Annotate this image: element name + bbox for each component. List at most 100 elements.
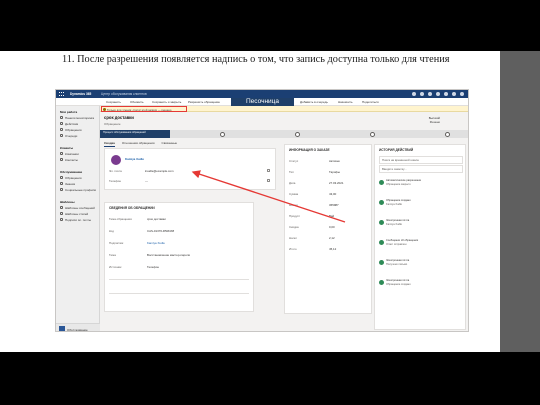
command-share[interactable]: Поделиться: [362, 100, 379, 104]
field-label: Продукт: [289, 214, 300, 218]
timeline-item[interactable]: Электронная почта Kamiya Xudle: [379, 219, 459, 233]
field-value-subject[interactable]: Восстановление мастер-пароля: [147, 253, 190, 257]
sidebar-item-dashboards[interactable]: Панели мониторинга: [65, 116, 94, 120]
bpf-active-stage[interactable]: Процесс обслуживания обращений: [100, 130, 170, 138]
timeline-title: ИСТОРИЯ ДЕЙСТВИЙ: [379, 148, 414, 152]
field-label: Статус: [289, 159, 299, 163]
sidebar-item-accounts[interactable]: Компании: [65, 152, 79, 156]
sidebar-item-signatures[interactable]: Подписи эл. почты: [65, 218, 91, 222]
article-templates-icon: [60, 212, 63, 215]
command-save[interactable]: Сохранить: [106, 100, 121, 104]
tab-related[interactable]: Связанные: [162, 141, 178, 147]
command-assign[interactable]: Назначить: [338, 100, 353, 104]
command-add-to-queue[interactable]: Добавить в очередь: [300, 100, 328, 104]
contact-email[interactable]: kxudle@example.com: [145, 169, 173, 173]
field-value[interactable]: 43,00: [329, 192, 336, 196]
timeline-item[interactable]: Электронная почта Получено письмо: [379, 259, 459, 273]
field-value[interactable]: 27.03.2021: [329, 181, 343, 185]
sidebar-item-email-templates[interactable]: Шаблоны сообщений: [65, 206, 95, 210]
command-refresh[interactable]: Обновить: [130, 100, 144, 104]
field-value[interactable]: 0,00: [329, 225, 335, 229]
red-highlight-box: [101, 106, 187, 112]
slide-right-band: [500, 51, 540, 352]
top-navigation-bar: Dynamics 365 Центр обслуживания клиентов: [56, 90, 468, 98]
field-value[interactable]: 45,12: [329, 247, 336, 251]
field-value[interactable]: 365987: [329, 203, 339, 207]
brand-name[interactable]: Dynamics 365: [70, 92, 91, 96]
sidebar-group-templates: Шаблоны: [60, 200, 75, 204]
timeline-item-title: Автоматическое разрешение: [386, 179, 422, 182]
command-save-close[interactable]: Сохранить и закрыть: [152, 100, 181, 104]
timeline-card: ИСТОРИЯ ДЕЙСТВИЙ Поиск на временной шкал…: [374, 144, 466, 330]
plus-icon[interactable]: [428, 92, 432, 96]
field-label-origin: Источник: [109, 265, 122, 269]
field-value[interactable]: Активно: [329, 159, 340, 163]
contact-name[interactable]: Kamiya Xudle: [125, 157, 144, 161]
field-label: Скидка: [289, 225, 299, 229]
bpf-stage-identify[interactable]: [220, 131, 225, 137]
knowledge-icon: [60, 182, 63, 185]
timeline-item-text: Kamiya Xudle: [386, 223, 403, 226]
social-profiles-icon: [60, 188, 63, 191]
field-value-customer[interactable]: Kamiya Xudle: [147, 241, 165, 245]
timeline-item-text: Получено письмо: [386, 263, 408, 266]
dashboard-icon: [60, 116, 63, 119]
field-value-case-id[interactable]: CAS-01376-R5M4X8: [147, 229, 174, 233]
sidebar-item-contacts[interactable]: Контакты: [65, 158, 78, 162]
command-resolve-case[interactable]: Разрешить обращение: [188, 100, 220, 104]
timeline-item[interactable]: Автоматическое разрешение Обращение закр…: [379, 179, 459, 193]
field-label-case-title: Тема обращения: [109, 217, 132, 221]
search-icon[interactable]: [412, 92, 416, 96]
help-icon[interactable]: [452, 92, 456, 96]
sidebar-item-article-templates[interactable]: Шаблоны статей: [65, 212, 88, 216]
gear-icon[interactable]: [444, 92, 448, 96]
tab-summary[interactable]: Сводка: [104, 141, 115, 147]
area-switcher[interactable]: Обслуживание: [56, 323, 100, 331]
timeline-item-title: Обращение создано: [386, 199, 411, 202]
queues-icon: [60, 134, 63, 137]
form-tabs: Сводка Отношения обращения Связанные: [104, 141, 177, 147]
user-avatar-icon[interactable]: [460, 92, 464, 96]
timeline-search[interactable]: Поиск на временной шкале: [379, 156, 463, 164]
field-value[interactable]: 2,12: [329, 236, 335, 240]
record-subtitle: Обращение: [104, 122, 121, 126]
sidebar-item-social-profiles[interactable]: Социальные профили: [65, 188, 96, 192]
note-input[interactable]: Введите заметку...: [379, 165, 463, 173]
record-header-fields: Высокий Решено: [429, 116, 440, 124]
divider: [109, 279, 249, 280]
activity-icon: [379, 180, 384, 185]
field-value-origin[interactable]: Телефон: [147, 265, 159, 269]
timeline-item[interactable]: Обращение создано Kamiya Xudle: [379, 199, 459, 213]
field-label: Сумма: [289, 192, 299, 196]
timeline-item[interactable]: Электронная почта Обращение создано: [379, 279, 459, 293]
app-launcher-icon[interactable]: [59, 92, 64, 96]
bpf-stage-research[interactable]: [295, 131, 300, 137]
sidebar-item-service-cases[interactable]: Обращения: [65, 176, 81, 180]
divider: [109, 293, 249, 294]
timeline-item-text: Ответ отправлен: [386, 243, 407, 246]
activity-icon: [379, 200, 384, 205]
sidebar-item-cases[interactable]: Обращения: [65, 128, 81, 132]
field-value[interactable]: Вай: [329, 214, 334, 218]
timeline-item[interactable]: Сообщение об обращении Ответ отправлен: [379, 239, 459, 253]
filter-icon[interactable]: [436, 92, 440, 96]
sidebar-group-customers: Клиенты: [60, 146, 74, 150]
field-value[interactable]: Тарифы: [329, 170, 340, 174]
bpf-active-label: Процесс обслуживания обращений: [103, 131, 146, 134]
email-templates-icon: [60, 206, 63, 209]
bpf-stage-resolve[interactable]: [370, 131, 375, 137]
sidebar-item-activities[interactable]: Действия: [65, 122, 78, 126]
order-info-card: ИНФОРМАЦИЯ О ЗАКАЗЕ Статус Активно Тип Т…: [284, 144, 372, 314]
signatures-icon: [60, 218, 63, 221]
bpf-stage-end[interactable]: [445, 131, 450, 137]
lightbulb-icon[interactable]: [420, 92, 424, 96]
field-value-case-title[interactable]: срок доставки: [147, 217, 166, 221]
contacts-icon: [60, 158, 63, 161]
sidebar-item-knowledge[interactable]: Знания: [65, 182, 75, 186]
tab-case-relationships[interactable]: Отношения обращения: [122, 141, 155, 147]
record-status: Решено: [429, 120, 440, 124]
sidebar-item-queues[interactable]: Очереди: [65, 134, 77, 138]
business-process-flow: Процесс обслуживания обращений: [100, 130, 468, 138]
phone-label: Телефон: [109, 179, 121, 183]
contact-phone[interactable]: ---: [145, 179, 148, 183]
